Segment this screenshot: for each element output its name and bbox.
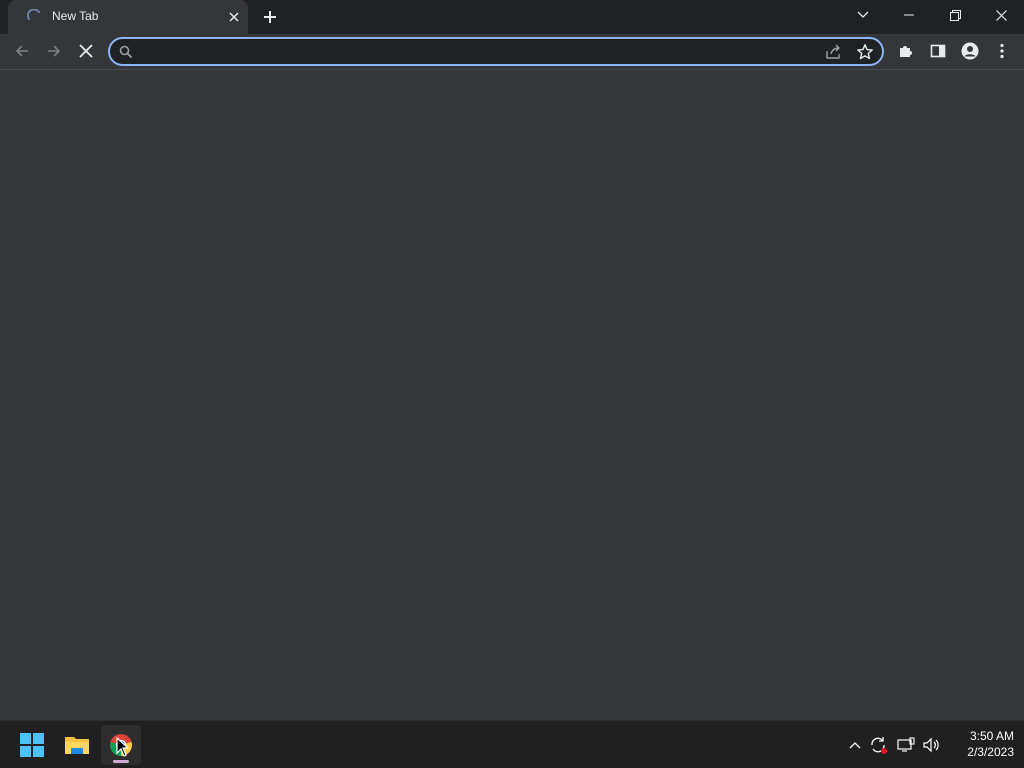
network-icon[interactable] [896, 735, 916, 755]
start-button[interactable] [12, 725, 52, 765]
show-hidden-icons-chevron-icon[interactable] [845, 735, 865, 755]
folder-icon [65, 737, 89, 754]
clock-date: 2/3/2023 [967, 745, 1014, 759]
side-panel-icon[interactable] [923, 36, 953, 66]
stop-loading-button[interactable] [71, 36, 101, 66]
new-tab-button[interactable] [258, 5, 282, 29]
more-menu-icon[interactable] [987, 36, 1017, 66]
bookmark-star-icon[interactable] [856, 43, 874, 61]
minimize-button[interactable] [886, 0, 932, 30]
tab-close-icon[interactable] [226, 9, 242, 25]
active-app-indicator [113, 760, 129, 763]
sync-status-icon[interactable] [868, 735, 888, 755]
system-clock[interactable]: 3:50 AM 2/3/2023 [940, 728, 1014, 760]
tab-new-tab[interactable]: New Tab [8, 0, 248, 34]
forward-button[interactable] [39, 36, 69, 66]
address-bar[interactable] [108, 37, 884, 66]
tab-search-chevron-icon[interactable] [840, 0, 886, 30]
browser-toolbar [0, 34, 1024, 70]
address-input[interactable] [138, 39, 822, 66]
tab-strip: New Tab [0, 0, 1024, 34]
file-explorer-button[interactable] [57, 725, 97, 765]
loading-spinner-icon [27, 9, 40, 20]
taskbar: 3:50 AM 2/3/2023 [0, 720, 1024, 768]
back-button[interactable] [7, 36, 37, 66]
mouse-cursor-icon [116, 737, 130, 757]
volume-icon[interactable] [921, 735, 941, 755]
profile-avatar-icon[interactable] [955, 36, 985, 66]
page-content[interactable] [0, 70, 1024, 720]
tab-title: New Tab [52, 9, 99, 23]
share-icon[interactable] [824, 43, 842, 61]
search-icon [119, 45, 133, 59]
restore-button[interactable] [932, 0, 978, 30]
windows-logo-icon [20, 733, 44, 757]
extensions-puzzle-icon[interactable] [891, 36, 921, 66]
clock-time: 3:50 AM [969, 729, 1014, 743]
close-window-button[interactable] [978, 0, 1024, 30]
